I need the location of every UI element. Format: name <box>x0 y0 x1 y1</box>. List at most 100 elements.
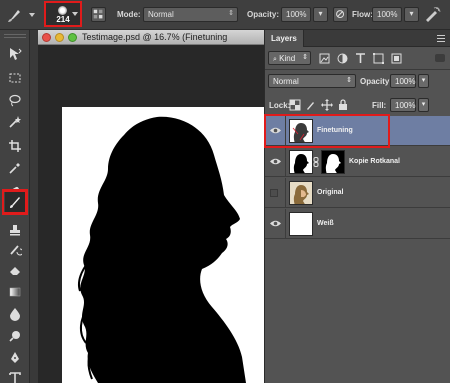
opacity-input[interactable]: 100% <box>281 7 311 22</box>
layer-row-kopie-rotkanal[interactable]: Kopie Rotkanal <box>265 147 450 177</box>
flow-label: Flow: <box>352 10 373 19</box>
layer-row-weiss[interactable]: Weiß <box>265 209 450 239</box>
move-tool-icon[interactable] <box>5 44 25 64</box>
flow-value: 100% <box>377 10 398 19</box>
type-tool-icon[interactable] <box>5 368 25 383</box>
close-window-button[interactable] <box>42 33 51 42</box>
photoshop-window: 214 Mode: Normal ⇕ Opacity: 100% ▾ Flow:… <box>0 0 450 383</box>
layer-name: Original <box>317 189 344 196</box>
layers-panel: Layers ⌕ Kind ⇕ Normal ⇕ Opacity: 100% ▾… <box>264 30 450 383</box>
layer-thumbnail-finetuning <box>289 119 313 143</box>
type-filter-icon[interactable] <box>353 51 367 65</box>
layer-name: Finetuning <box>317 127 353 134</box>
clone-stamp-tool-icon[interactable] <box>5 220 25 240</box>
blur-tool-icon[interactable] <box>5 304 25 324</box>
opacity-value: 100% <box>286 10 307 19</box>
mode-label: Mode: <box>117 10 141 19</box>
divider <box>285 147 286 177</box>
toolbar-grip[interactable] <box>4 34 26 38</box>
updown-arrows-icon: ⇕ <box>302 54 308 61</box>
document-tab[interactable]: Testimage.psd @ 16.7% (Finetuning <box>38 30 264 45</box>
tools-panel <box>0 30 30 383</box>
minimize-window-button[interactable] <box>55 33 64 42</box>
blend-mode-select[interactable]: Normal ⇕ <box>268 74 356 88</box>
fill-slider-button[interactable]: ▾ <box>418 98 429 112</box>
updown-arrows-icon: ⇕ <box>228 10 234 17</box>
marquee-tool-icon[interactable] <box>5 68 25 88</box>
link-icon[interactable] <box>313 157 319 167</box>
mode-value: Normal <box>148 10 174 19</box>
eraser-tool-icon[interactable] <box>5 260 25 280</box>
panel-menu-icon[interactable] <box>437 35 445 42</box>
chevron-down-icon: ▾ <box>421 77 426 84</box>
options-bar: 214 Mode: Normal ⇕ Opacity: 100% ▾ Flow:… <box>0 0 450 30</box>
smart-object-filter-icon[interactable] <box>389 51 403 65</box>
layer-mask-thumbnail[interactable] <box>321 150 345 174</box>
crop-tool-icon[interactable] <box>5 136 25 156</box>
lock-transparent-icon[interactable] <box>289 98 301 111</box>
flow-slider-button[interactable]: ▾ <box>404 7 419 22</box>
tab-layers[interactable]: Layers <box>265 30 304 47</box>
lock-all-icon[interactable] <box>337 98 349 110</box>
eye-icon[interactable] <box>269 217 282 230</box>
chevron-down-icon: ▾ <box>409 9 414 18</box>
canvas-area[interactable] <box>38 45 264 383</box>
shape-filter-icon[interactable] <box>371 51 385 65</box>
layer-thumbnail-weiss <box>289 212 313 236</box>
panel-gutter <box>30 30 38 383</box>
image-canvas[interactable] <box>62 107 264 383</box>
brush-size-value: 214 <box>56 15 70 24</box>
updown-arrows-icon: ⇕ <box>346 77 352 84</box>
silhouette-image <box>78 116 246 383</box>
layer-opacity-label: Opacity: <box>360 77 393 86</box>
opacity-label: Opacity: <box>247 10 280 19</box>
tool-preset-caret[interactable] <box>29 13 35 17</box>
fill-input[interactable]: 100% <box>390 98 416 112</box>
brush-tip-preview <box>58 6 67 15</box>
lock-image-pixels-icon[interactable] <box>305 98 317 110</box>
lock-position-icon[interactable] <box>321 98 333 111</box>
brush-tool-icon[interactable] <box>6 6 24 24</box>
pixel-filter-icon[interactable] <box>317 51 331 65</box>
airbrush-icon[interactable] <box>423 6 441 24</box>
layer-thumbnail-original <box>289 181 313 205</box>
chevron-down-icon <box>72 12 78 16</box>
lasso-tool-icon[interactable] <box>5 90 25 110</box>
layer-opacity-input[interactable]: 100% <box>390 74 416 88</box>
visibility-toggle-off[interactable] <box>270 189 278 197</box>
zoom-window-button[interactable] <box>68 33 77 42</box>
brush-panel-icon[interactable] <box>91 7 106 22</box>
layer-name: Weiß <box>317 220 334 227</box>
divider <box>285 209 286 239</box>
layer-opacity-slider-button[interactable]: ▾ <box>418 74 429 88</box>
pressure-opacity-icon[interactable] <box>333 7 348 22</box>
eyedropper-tool-icon[interactable] <box>5 158 25 178</box>
layer-row-finetuning[interactable]: Finetuning <box>265 116 450 146</box>
lock-label: Lock: <box>269 101 291 110</box>
history-brush-tool-icon[interactable] <box>5 240 25 260</box>
divider <box>285 178 286 208</box>
adjustment-filter-icon[interactable] <box>335 51 349 65</box>
brush-preset-picker[interactable]: 214 <box>44 1 82 27</box>
quick-select-tool-icon[interactable] <box>5 112 25 132</box>
dodge-tool-icon[interactable] <box>5 326 25 346</box>
pen-tool-icon[interactable] <box>5 348 25 368</box>
panel-header: Layers <box>265 30 450 47</box>
flow-input[interactable]: 100% <box>372 7 402 22</box>
chevron-down-icon: ▾ <box>318 9 323 18</box>
filter-toggle-switch[interactable] <box>435 54 445 62</box>
brush-tool-icon[interactable] <box>2 189 28 215</box>
eye-icon[interactable] <box>269 124 282 137</box>
layer-opacity-value: 100% <box>395 77 416 86</box>
blend-mode-value: Normal <box>273 77 299 86</box>
document-window: Testimage.psd @ 16.7% (Finetuning <box>38 30 264 383</box>
gradient-tool-icon[interactable] <box>5 282 25 302</box>
mode-select[interactable]: Normal ⇕ <box>143 7 238 22</box>
layer-row-original[interactable]: Original <box>265 178 450 208</box>
layer-filter-select[interactable]: ⌕ Kind ⇕ <box>268 51 311 65</box>
opacity-slider-button[interactable]: ▾ <box>313 7 328 22</box>
document-title: Testimage.psd @ 16.7% (Finetuning <box>82 32 228 42</box>
layer-name: Kopie Rotkanal <box>349 158 400 165</box>
filter-kind-label: Kind <box>279 54 296 63</box>
eye-icon[interactable] <box>269 155 282 168</box>
